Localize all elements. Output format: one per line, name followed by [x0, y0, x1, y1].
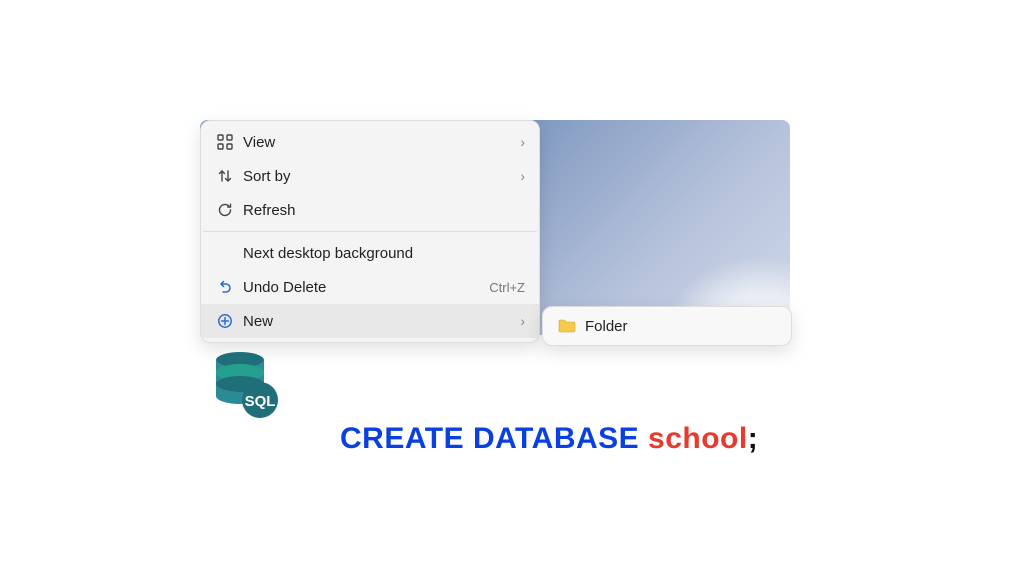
menu-item-label: Next desktop background	[239, 245, 525, 262]
menu-separator	[203, 231, 537, 232]
folder-icon	[553, 316, 581, 336]
refresh-icon	[211, 200, 239, 220]
chevron-right-icon: ›	[512, 134, 525, 150]
menu-item-label: Undo Delete	[239, 279, 489, 296]
new-submenu: Folder	[542, 306, 792, 346]
menu-item-refresh[interactable]: Refresh	[201, 193, 539, 227]
sql-identifier: school	[648, 422, 748, 455]
plus-circle-icon	[211, 311, 239, 331]
chevron-right-icon: ›	[512, 168, 525, 184]
menu-item-undo-delete[interactable]: Undo Delete Ctrl+Z	[201, 270, 539, 304]
undo-icon	[211, 277, 239, 297]
chevron-right-icon: ›	[512, 313, 525, 329]
menu-item-view[interactable]: View ›	[201, 125, 539, 159]
grid-icon	[211, 132, 239, 152]
menu-item-next-desktop-background[interactable]: Next desktop background	[201, 236, 539, 270]
menu-item-label: Sort by	[239, 168, 512, 185]
menu-item-label: View	[239, 134, 512, 151]
desktop-context-menu: View › Sort by › Refresh Next desktop ba…	[200, 120, 540, 343]
menu-item-shortcut: Ctrl+Z	[489, 280, 525, 295]
submenu-item-folder[interactable]: Folder	[543, 311, 791, 341]
menu-item-label: New	[239, 313, 512, 330]
submenu-item-label: Folder	[581, 318, 777, 335]
sql-database-icon: SQL	[205, 346, 283, 424]
sort-icon	[211, 166, 239, 186]
sql-statement: CREATE DATABASE school;	[340, 422, 758, 456]
menu-item-sort-by[interactable]: Sort by ›	[201, 159, 539, 193]
canvas: View › Sort by › Refresh Next desktop ba…	[0, 0, 1024, 576]
blank-icon	[211, 243, 239, 263]
sql-terminator: ;	[748, 422, 759, 455]
menu-item-new[interactable]: New ›	[201, 304, 539, 338]
menu-item-label: Refresh	[239, 202, 525, 219]
sql-badge-text: SQL	[245, 393, 276, 410]
sql-keyword: CREATE DATABASE	[340, 422, 639, 455]
